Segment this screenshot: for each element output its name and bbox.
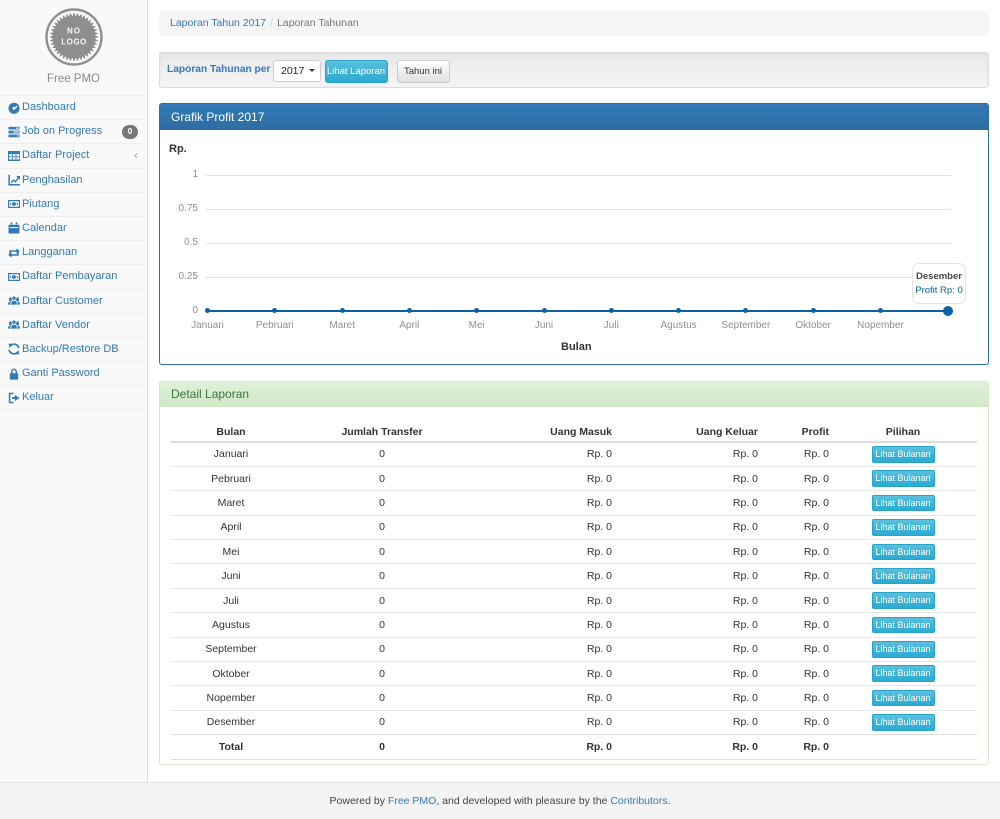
svg-text:LOGO: LOGO xyxy=(61,38,87,47)
svg-text:NO: NO xyxy=(67,27,81,36)
